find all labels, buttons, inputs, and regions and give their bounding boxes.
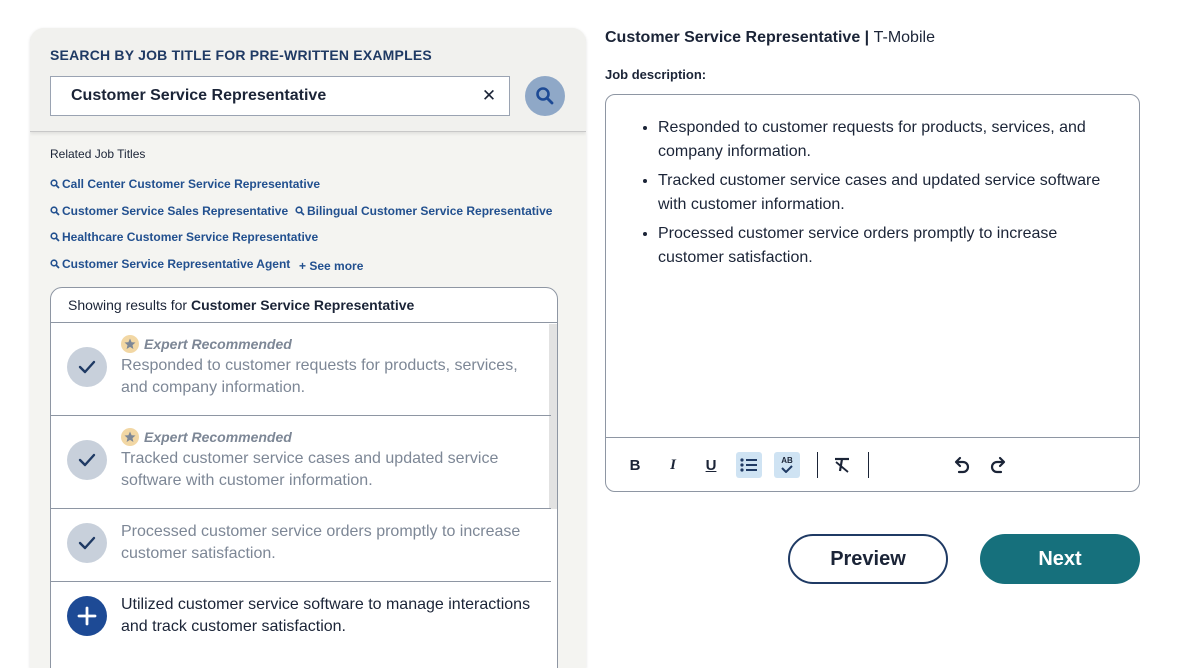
clear-format-icon[interactable]	[829, 452, 855, 478]
search-icon	[295, 206, 305, 216]
related-link-label: Call Center Customer Service Representat…	[62, 177, 321, 191]
result-item-text: Processed customer service orders prompt…	[121, 523, 521, 562]
related-link[interactable]: Customer Service Representative Agent	[50, 257, 290, 271]
toolbar-divider	[817, 452, 818, 478]
close-icon[interactable]: ✕	[479, 86, 499, 106]
related-link-label: Customer Service Sales Representative	[62, 204, 289, 218]
related-job-titles-heading: Related Job Titles	[50, 147, 146, 161]
toolbar-divider	[868, 452, 869, 478]
expert-label: Expert Recommended	[144, 429, 292, 445]
add-button[interactable]	[67, 596, 107, 636]
search-icon	[50, 259, 60, 269]
job-separator: |	[860, 29, 874, 46]
spellcheck-icon[interactable]: AB	[774, 452, 800, 478]
related-link-label: Customer Service Representative Agent	[62, 257, 291, 271]
result-item-text: Tracked customer service cases and updat…	[121, 450, 499, 489]
star-icon	[121, 335, 139, 353]
check-icon	[78, 360, 96, 374]
result-item-text: Utilized customer service software to ma…	[121, 596, 531, 635]
next-button[interactable]: Next	[980, 534, 1140, 584]
job-title: Customer Service Representative	[605, 29, 861, 46]
related-link[interactable]: Healthcare Customer Service Representati…	[50, 230, 318, 244]
star-icon	[121, 428, 139, 446]
search-icon	[536, 87, 554, 105]
added-check-button[interactable]	[67, 523, 107, 563]
plus-icon	[77, 606, 97, 626]
search-icon	[50, 206, 60, 216]
related-link[interactable]: Customer Service Sales Representative	[50, 204, 288, 218]
preview-button[interactable]: Preview	[788, 534, 948, 584]
italic-icon[interactable]: I	[660, 452, 686, 478]
search-icon	[50, 232, 60, 242]
expert-label: Expert Recommended	[144, 336, 292, 352]
search-header: SEARCH BY JOB TITLE FOR PRE-WRITTEN EXAM…	[30, 28, 586, 132]
related-link-label: Bilingual Customer Service Representativ…	[307, 204, 553, 218]
check-icon	[78, 453, 96, 467]
search-label: SEARCH BY JOB TITLE FOR PRE-WRITTEN EXAM…	[50, 47, 432, 63]
results-prefix: Showing results for	[68, 297, 191, 313]
search-icon	[50, 179, 60, 189]
see-more-link[interactable]: + See more	[299, 259, 363, 273]
bullet-item[interactable]: Tracked customer service cases and updat…	[658, 169, 1118, 217]
result-item[interactable]: Utilized customer service software to ma…	[51, 582, 551, 662]
job-heading: Customer Service Representative | T-Mobi…	[605, 29, 935, 47]
job-description-label: Job description:	[605, 67, 707, 82]
underline-icon[interactable]: U	[698, 452, 724, 478]
related-link[interactable]: Call Center Customer Service Representat…	[50, 177, 320, 191]
bullet-item[interactable]: Responded to customer requests for produ…	[658, 116, 1118, 164]
result-item[interactable]: Expert Recommended Responded to customer…	[51, 323, 551, 416]
check-icon	[78, 536, 96, 550]
added-check-button[interactable]	[67, 347, 107, 387]
search-button[interactable]	[525, 76, 565, 116]
undo-icon[interactable]	[948, 452, 974, 478]
results-header: Showing results for Customer Service Rep…	[51, 288, 557, 323]
bullet-list[interactable]: Responded to customer requests for produ…	[638, 116, 1118, 275]
editor-toolbar: B I U AB	[606, 437, 1139, 491]
bold-icon[interactable]: B	[622, 452, 648, 478]
search-box[interactable]: ✕	[50, 76, 510, 116]
redo-icon[interactable]	[986, 452, 1012, 478]
expert-recommended-badge: Expert Recommended	[121, 335, 292, 353]
search-input[interactable]	[51, 77, 471, 115]
expert-recommended-badge: Expert Recommended	[121, 428, 292, 446]
added-check-button[interactable]	[67, 440, 107, 480]
job-description-editor[interactable]: Responded to customer requests for produ…	[605, 94, 1140, 492]
bullet-item[interactable]: Processed customer service orders prompt…	[658, 222, 1118, 270]
employer-name: T-Mobile	[873, 29, 935, 46]
search-panel: SEARCH BY JOB TITLE FOR PRE-WRITTEN EXAM…	[30, 28, 586, 668]
result-item[interactable]: Expert Recommended Tracked customer serv…	[51, 416, 551, 509]
bullet-list-icon[interactable]	[736, 452, 762, 478]
spellcheck-label: AB	[781, 456, 793, 465]
results-query: Customer Service Representative	[190, 297, 415, 313]
related-link-label: Healthcare Customer Service Representati…	[62, 230, 319, 244]
results-list: Showing results for Customer Service Rep…	[50, 287, 558, 668]
related-link[interactable]: Bilingual Customer Service Representativ…	[295, 204, 552, 218]
result-item-text: Responded to customer requests for produ…	[121, 357, 518, 396]
result-item[interactable]: Processed customer service orders prompt…	[51, 509, 551, 582]
